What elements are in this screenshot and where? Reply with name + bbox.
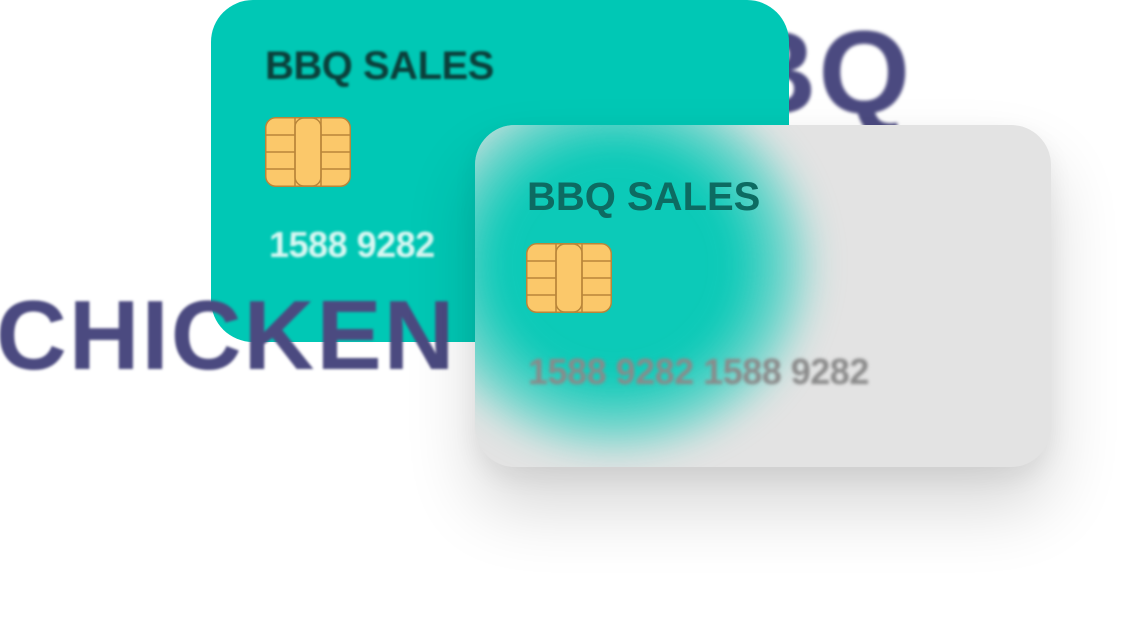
emv-chip-icon [526, 243, 612, 318]
front-card: BBQ SALES 1588 9282 1588 9282 [475, 125, 1051, 467]
background-word-chicken: CHICKEN [0, 280, 457, 390]
front-card-title: BBQ SALES [527, 175, 761, 219]
back-card-number: 1588 9282 [269, 224, 435, 265]
emv-chip-icon [265, 117, 351, 192]
front-card-number: 1588 9282 1588 9282 [528, 351, 869, 392]
back-card-title: BBQ SALES [265, 44, 494, 88]
